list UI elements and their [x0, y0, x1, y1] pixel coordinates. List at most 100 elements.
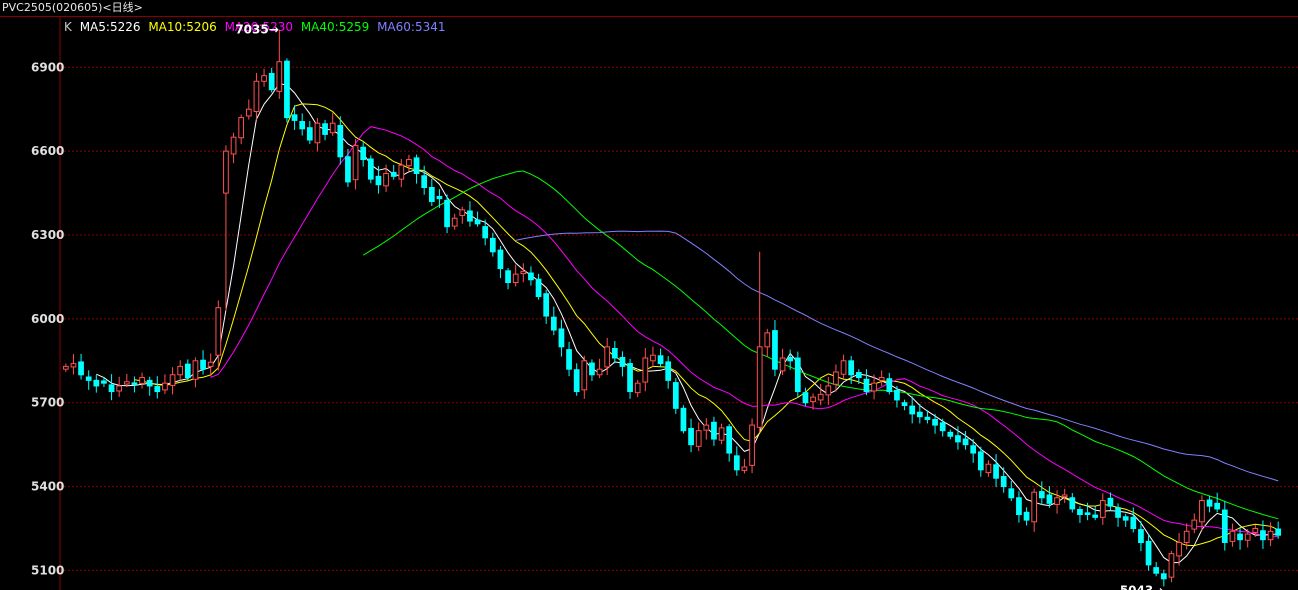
candle-up [329, 122, 336, 134]
candle-down [367, 158, 374, 180]
candle-down [627, 363, 633, 393]
candle-down [444, 199, 450, 228]
candle-down [345, 156, 351, 183]
high-annotation: 7035→ [235, 23, 278, 37]
candle-up [123, 381, 130, 385]
candle-down [772, 330, 778, 370]
candle-up [650, 354, 656, 362]
candle-up [642, 357, 649, 383]
candle-down [1023, 511, 1030, 521]
candle-down [566, 349, 572, 370]
candle-down [848, 360, 855, 376]
candle-up [764, 332, 771, 348]
candle-down [1206, 499, 1213, 507]
candle-down [360, 146, 367, 161]
candle-up [1031, 491, 1038, 523]
ma20-line [210, 126, 1279, 538]
candle-up [825, 385, 832, 396]
candle-up [162, 382, 168, 391]
candle-down [947, 431, 954, 437]
candle-down [962, 438, 969, 446]
candle-up [1061, 494, 1068, 498]
candle-down [1160, 573, 1167, 580]
candle-up [451, 217, 458, 227]
candle-down [535, 278, 542, 298]
candle-down [1275, 528, 1282, 536]
candle-down [268, 72, 275, 91]
moving-average-lines [96, 82, 1279, 564]
candle-up [634, 382, 641, 394]
candle-down [855, 372, 862, 379]
candle-up [871, 382, 877, 392]
candle-up [741, 466, 748, 471]
candle-down [619, 356, 626, 367]
candle-down [1008, 488, 1015, 499]
candle-up [878, 377, 885, 381]
candle-up [215, 307, 222, 356]
candle-down [78, 361, 84, 376]
candle-up [1054, 497, 1060, 505]
candle-up [1099, 500, 1106, 518]
candle-down [505, 270, 511, 284]
candle-down [1237, 533, 1243, 541]
y-axis: 6900 6600 6300 6000 5700 5400 5100 [31, 60, 64, 577]
candle-up [406, 159, 412, 167]
candle-down [1038, 491, 1045, 499]
y-tick-label: 5700 [31, 396, 64, 410]
candle-down [1016, 497, 1022, 516]
candle-down [802, 392, 809, 404]
candle-down [932, 418, 938, 426]
candle-down [733, 455, 740, 471]
ma5-line [96, 82, 1279, 564]
candle-up [276, 61, 283, 92]
candle-up [116, 385, 123, 392]
candle-down [901, 402, 908, 407]
candle-up [1229, 530, 1236, 542]
candle-down [863, 378, 870, 393]
ma60-line [515, 230, 1279, 482]
candle-down [1138, 529, 1144, 543]
candle-up [749, 424, 755, 466]
y-tick-label: 6300 [31, 228, 64, 242]
candle-up [695, 430, 702, 447]
candle-down [322, 123, 328, 135]
ma10-line [134, 103, 1279, 547]
candle-down [657, 355, 664, 365]
candle-down [611, 348, 618, 359]
candle-up [512, 273, 519, 284]
candle-down [886, 378, 893, 393]
candlestick-chart[interactable]: 6900 6600 6300 6000 5700 5400 5100 7035→ 5043→ [0, 17, 1298, 590]
candle-down [390, 171, 397, 177]
candle-down [154, 386, 161, 393]
ma40-line [362, 170, 1279, 520]
candle-down [1214, 502, 1221, 510]
candle-up [230, 136, 237, 155]
candle-down [688, 427, 694, 446]
candle-down [1130, 516, 1137, 530]
y-tick-label: 5400 [31, 480, 64, 494]
candle-down [200, 359, 206, 370]
candle-down [916, 411, 923, 418]
candle-down [1092, 514, 1099, 518]
candles [62, 29, 1282, 587]
candle-down [558, 328, 565, 348]
candle-down [672, 382, 679, 409]
y-tick-label: 5100 [31, 563, 64, 577]
candle-down [184, 363, 191, 379]
candle-down [589, 362, 595, 376]
candle-up [604, 346, 611, 368]
candle-down [573, 369, 580, 393]
candle-down [337, 124, 344, 158]
candle-down [665, 361, 672, 381]
candle-down [436, 195, 443, 200]
candle-up [238, 117, 245, 139]
candle-down [93, 379, 100, 387]
candle-up [169, 374, 176, 386]
candle-up [1199, 500, 1205, 523]
candle-down [1069, 497, 1076, 510]
candle-up [253, 80, 260, 112]
candle-down [1221, 509, 1228, 543]
candle-up [177, 365, 184, 376]
candle-up [62, 365, 69, 370]
candle-up [1176, 541, 1182, 557]
